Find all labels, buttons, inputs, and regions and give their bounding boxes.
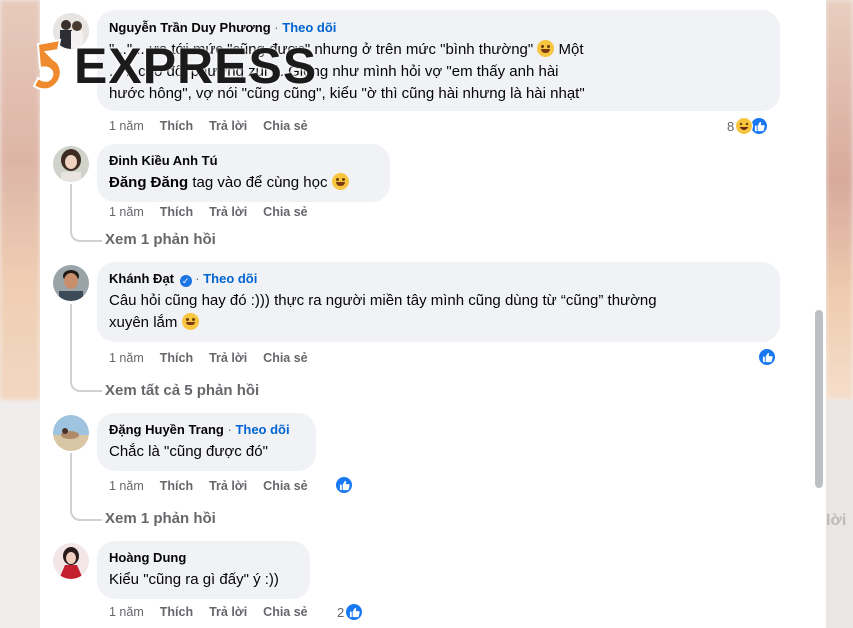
comment-actions: 1 năm Thích Trả lời Chia sẻ bbox=[109, 604, 324, 620]
like-button[interactable]: Thích bbox=[160, 118, 193, 134]
reaction-summary[interactable]: 2 bbox=[337, 602, 364, 622]
comment-header: Khánh Đạt ✓ · Theo dõi bbox=[109, 271, 258, 287]
thread-line bbox=[70, 184, 72, 226]
thread-connector bbox=[70, 505, 102, 521]
like-button[interactable]: Thích bbox=[160, 478, 193, 494]
thread-line bbox=[70, 453, 72, 505]
comment-text: Chắc là "cũng được đó" bbox=[109, 443, 268, 460]
like-button[interactable]: Thích bbox=[160, 204, 193, 220]
reply-button[interactable]: Trả lời bbox=[209, 478, 247, 494]
verified-badge-icon: ✓ bbox=[179, 275, 192, 287]
view-replies-link[interactable]: Xem 1 phản hồi bbox=[105, 510, 216, 527]
comment-author[interactable]: Đặng Huyền Trang bbox=[109, 422, 224, 437]
reply-button[interactable]: Trả lời bbox=[209, 118, 247, 134]
laugh-emoji-icon bbox=[537, 40, 555, 57]
thread-connector bbox=[70, 376, 102, 392]
comment-text: "..." ...ưa tới mức "cũng được" nhưng ở … bbox=[109, 40, 585, 102]
view-replies-link[interactable]: Xem 1 phản hồi bbox=[105, 231, 216, 248]
comment-header: Hoàng Dung bbox=[109, 549, 298, 566]
comment-time[interactable]: 1 năm bbox=[109, 350, 144, 366]
comment-time[interactable]: 1 năm bbox=[109, 204, 144, 220]
comment-bubble: Khánh Đạt ✓ · Theo dõi Câu hỏi cũng hay … bbox=[97, 262, 780, 342]
share-button[interactable]: Chia sẻ bbox=[263, 478, 307, 494]
share-button[interactable]: Chia sẻ bbox=[263, 350, 307, 366]
thread-connector bbox=[70, 226, 102, 242]
reply-button[interactable]: Trả lời bbox=[209, 204, 247, 220]
reaction-count: 8 bbox=[727, 118, 735, 134]
background-right-label: lời bbox=[826, 512, 847, 529]
reaction-count: 2 bbox=[337, 604, 345, 620]
reaction-summary[interactable] bbox=[335, 475, 353, 495]
like-button[interactable]: Thích bbox=[160, 604, 193, 620]
comment-header: Nguyễn Trần Duy Phương · Theo dõi bbox=[109, 20, 337, 35]
laugh-emoji-icon bbox=[331, 173, 349, 190]
comment-text: Đăng Đăng tag vào để cùng học bbox=[109, 172, 378, 194]
comment-author[interactable]: Khánh Đạt bbox=[109, 271, 174, 286]
comment-text: Kiểu "cũng ra gì đấy" ý :)) bbox=[109, 571, 279, 588]
comment-author[interactable]: Hoàng Dung bbox=[109, 550, 186, 565]
thread-line bbox=[70, 304, 72, 376]
comment-author[interactable]: Đinh Kiều Anh Tú bbox=[109, 153, 218, 168]
like-button[interactable]: Thích bbox=[160, 350, 193, 366]
reaction-summary[interactable]: 8 bbox=[727, 116, 769, 136]
background-left-image bbox=[0, 0, 40, 400]
avatar[interactable] bbox=[53, 265, 89, 301]
comment-header: Đinh Kiều Anh Tú bbox=[109, 152, 378, 169]
comment-bubble: Hoàng Dung Kiểu "cũng ra gì đấy" ý :)) bbox=[97, 541, 310, 599]
comment-text: Câu hỏi cũng hay đó :))) thực ra người m… bbox=[109, 292, 657, 331]
comment-time[interactable]: 1 năm bbox=[109, 604, 144, 620]
smile-emoji-icon bbox=[181, 313, 199, 330]
comment-actions: 1 năm Thích Trả lời Chia sẻ bbox=[109, 204, 324, 220]
reaction-summary[interactable] bbox=[758, 347, 776, 367]
comment-time[interactable]: 1 năm bbox=[109, 478, 144, 494]
haha-icon bbox=[735, 117, 754, 135]
avatar[interactable] bbox=[53, 13, 89, 49]
view-replies-link[interactable]: Xem tất cả 5 phản hồi bbox=[105, 382, 259, 399]
comment-bubble: Nguyễn Trần Duy Phương · Theo dõi "..." … bbox=[97, 10, 780, 111]
avatar[interactable] bbox=[53, 146, 89, 182]
avatar[interactable] bbox=[53, 543, 89, 579]
comment-bubble: Đinh Kiều Anh Tú Đăng Đăng tag vào để cù… bbox=[97, 144, 390, 202]
comment-actions: 1 năm Thích Trả lời Chia sẻ bbox=[109, 478, 324, 494]
comment-actions: 1 năm Thích Trả lời Chia sẻ bbox=[109, 350, 324, 366]
like-icon bbox=[335, 476, 353, 494]
share-button[interactable]: Chia sẻ bbox=[263, 604, 307, 620]
scrollbar-thumb[interactable] bbox=[815, 310, 823, 488]
comment-bubble: Đặng Huyền Trang · Theo dõi Chắc là "cũn… bbox=[97, 413, 316, 471]
like-icon bbox=[345, 603, 364, 621]
share-button[interactable]: Chia sẻ bbox=[263, 204, 307, 220]
reply-button[interactable]: Trả lời bbox=[209, 350, 247, 366]
reply-button[interactable]: Trả lời bbox=[209, 604, 247, 620]
share-button[interactable]: Chia sẻ bbox=[263, 118, 307, 134]
mention-link[interactable]: Đăng Đăng bbox=[109, 174, 188, 191]
comment-author[interactable]: Nguyễn Trần Duy Phương bbox=[109, 20, 271, 35]
comment-actions: 1 năm Thích Trả lời Chia sẻ bbox=[109, 118, 324, 134]
avatar[interactable] bbox=[53, 415, 89, 451]
comment-header: Đặng Huyền Trang · Theo dõi bbox=[109, 422, 290, 437]
follow-link[interactable]: Theo dõi bbox=[203, 271, 257, 286]
follow-link[interactable]: Theo dõi bbox=[282, 20, 336, 35]
comment-time[interactable]: 1 năm bbox=[109, 118, 144, 134]
follow-link[interactable]: Theo dõi bbox=[235, 422, 289, 437]
like-icon bbox=[758, 348, 776, 366]
background-right-image bbox=[826, 0, 853, 400]
